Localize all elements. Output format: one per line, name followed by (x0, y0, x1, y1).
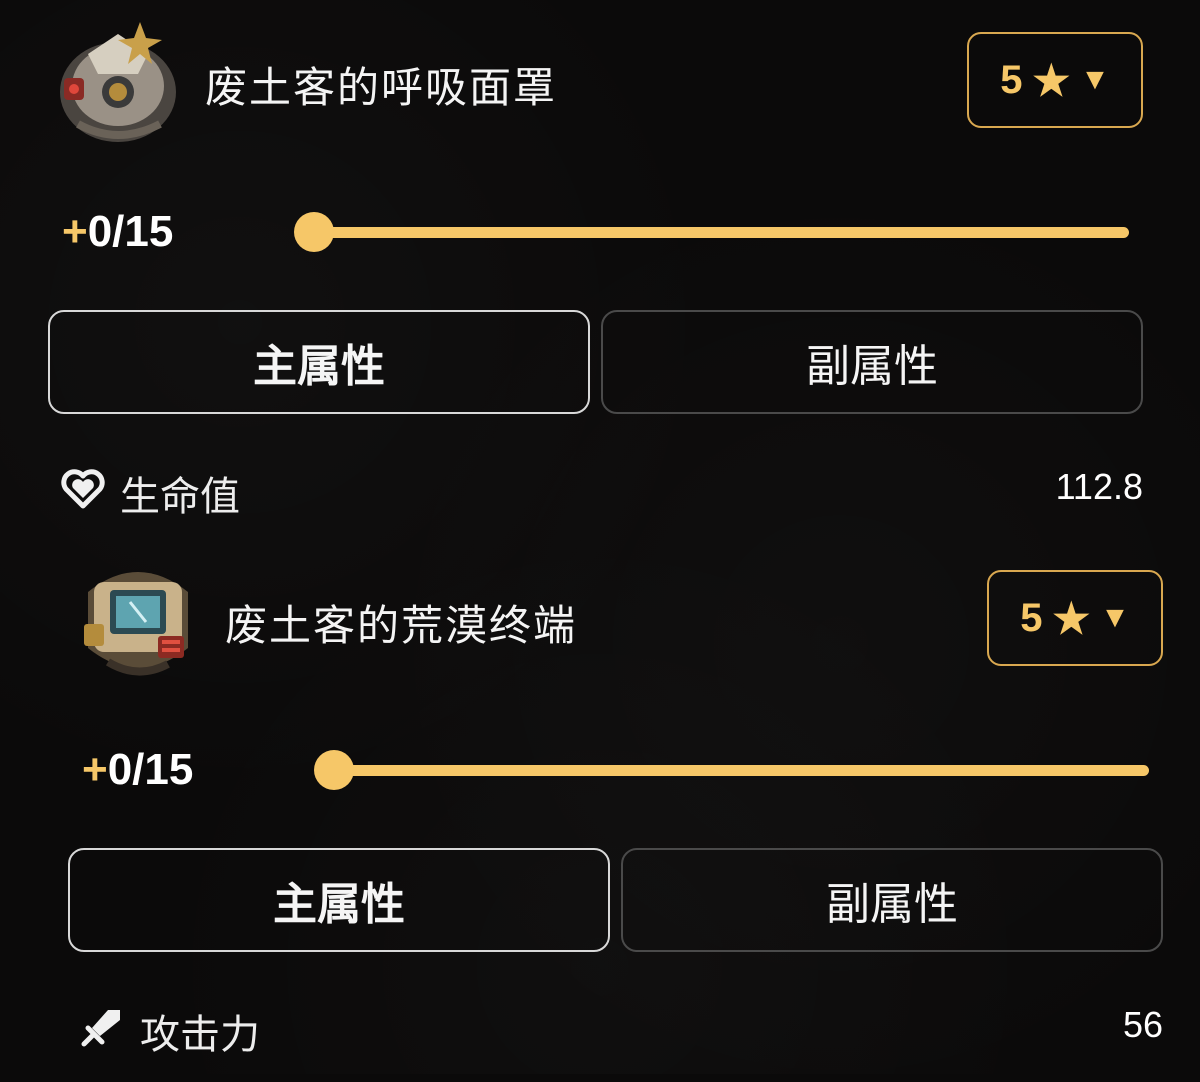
item-name: 废土客的呼吸面罩 (205, 63, 558, 112)
attribute-tabs: 主属性 副属性 (48, 310, 1143, 414)
slider-thumb[interactable] (294, 212, 334, 252)
level-slider[interactable] (314, 750, 1149, 790)
rarity-value: 5 (1000, 57, 1023, 102)
stat-label: 生命值 (120, 474, 240, 520)
heart-icon (60, 468, 106, 510)
item-name: 废土客的荒漠终端 (225, 601, 578, 650)
sword-icon (80, 1006, 126, 1048)
rarity-dropdown[interactable]: 5 ★ ▼ (987, 570, 1163, 666)
attribute-tabs: 主属性 副属性 (68, 848, 1163, 952)
tab-sub-attribute[interactable]: 副属性 (601, 310, 1143, 414)
rarity-dropdown[interactable]: 5 ★ ▼ (967, 32, 1143, 128)
tab-main-attribute[interactable]: 主属性 (68, 848, 610, 952)
rarity-value: 5 (1020, 595, 1043, 640)
slider-track[interactable] (314, 227, 1129, 238)
slider-thumb[interactable] (314, 750, 354, 790)
star-icon: ★ (1032, 56, 1071, 104)
stat-label: 攻击力 (140, 1012, 260, 1058)
level-slider[interactable] (294, 212, 1129, 252)
level-plus: + (82, 745, 108, 794)
chevron-down-icon: ▼ (1100, 601, 1130, 634)
breathing-mask-icon (48, 14, 188, 154)
relic-card-desert-terminal: 废土客的荒漠终端 5 ★ ▼ +0/15 主属性 副属性 攻击力 56 (68, 552, 1163, 1082)
level-value: 0/15 (107, 745, 194, 794)
tab-main-attribute[interactable]: 主属性 (48, 310, 590, 414)
chevron-down-icon: ▼ (1080, 63, 1110, 96)
level-label: +0/15 (62, 207, 173, 257)
desert-terminal-icon (68, 552, 208, 692)
tab-sub-attribute[interactable]: 副属性 (621, 848, 1163, 952)
level-plus: + (62, 207, 88, 256)
slider-track[interactable] (334, 765, 1149, 776)
level-label: +0/15 (82, 745, 193, 795)
stat-row: 生命值 112.8 (60, 464, 1143, 520)
level-value: 0/15 (87, 207, 174, 256)
stat-value: 56 (1122, 1004, 1163, 1045)
relic-card-breathing-mask: 废土客的呼吸面罩 5 ★ ▼ +0/15 主属性 副属性 生命值 112.8 (48, 14, 1143, 544)
stat-row: 攻击力 56 (80, 1002, 1163, 1058)
star-icon: ★ (1052, 594, 1091, 642)
stat-value: 112.8 (1055, 466, 1143, 507)
